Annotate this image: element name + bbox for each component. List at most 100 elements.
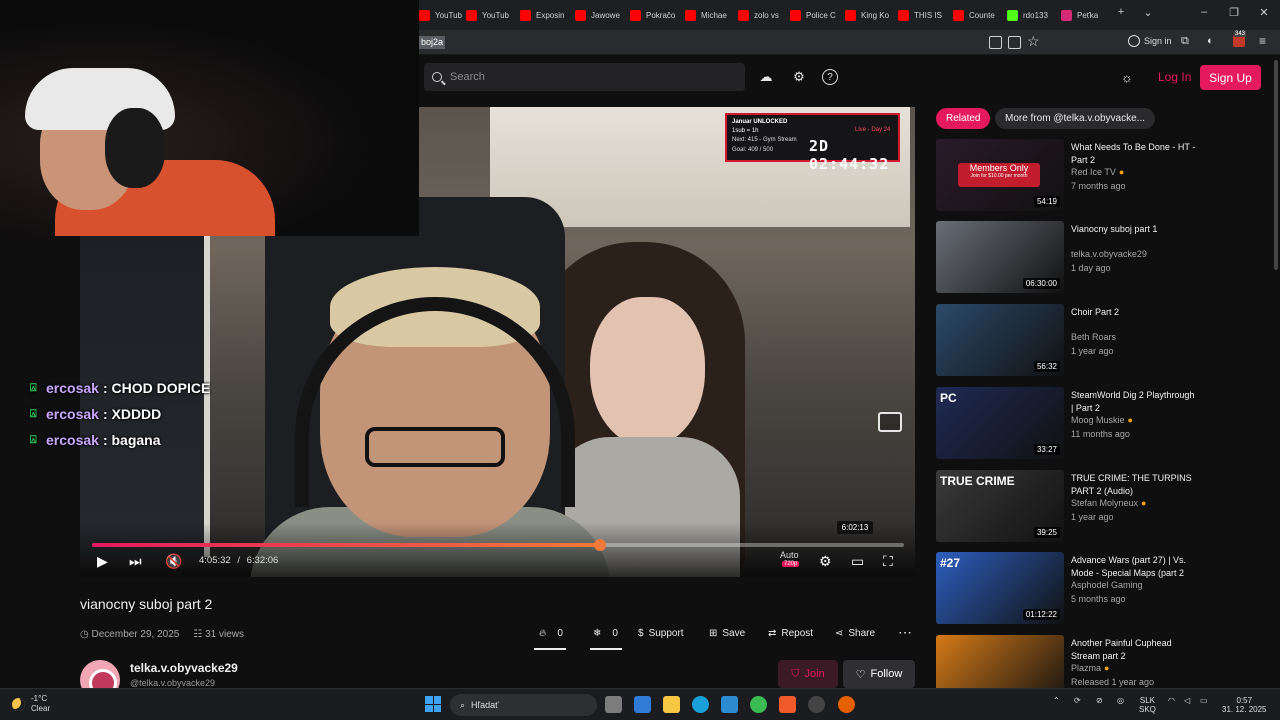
help-icon[interactable]: ? <box>822 69 838 85</box>
chrome-icon[interactable] <box>750 696 767 713</box>
related-title[interactable]: TRUE CRIME: THE TURPINS PART 2 (Audio) <box>1071 472 1196 498</box>
mute-icon[interactable]: 🔇 <box>165 553 182 570</box>
repost-button[interactable]: ⇄ Repost <box>768 628 813 639</box>
browser-tab[interactable]: Michae <box>685 4 735 26</box>
signup-button[interactable]: Sign Up <box>1200 65 1261 90</box>
tray-chevron-icon[interactable]: ⌃ <box>1053 696 1060 705</box>
related-thumbnail[interactable]: 06:30:00 <box>936 221 1064 293</box>
related-video-item[interactable]: Members Only Join for $10.00 per month 54:… <box>936 139 1271 213</box>
page-scrollbar[interactable] <box>1274 60 1278 270</box>
browser-tab[interactable]: Jawowe <box>575 4 625 26</box>
sign-in-button[interactable]: Sign in <box>1128 35 1172 47</box>
brave-icon[interactable] <box>779 696 796 713</box>
search-input[interactable]: Search <box>424 63 745 91</box>
settings-gear-icon[interactable]: ⚙ <box>788 66 810 88</box>
install-app-icon[interactable] <box>989 36 1002 49</box>
volume-icon[interactable]: ◁ <box>1184 696 1190 705</box>
tray-network-icon[interactable]: ⊘ <box>1096 696 1103 705</box>
related-thumbnail[interactable]: 56:32 <box>936 304 1064 376</box>
save-button[interactable]: ⊞ Save <box>709 628 745 639</box>
quality-selector[interactable]: Auto <box>780 550 799 560</box>
browser-tab[interactable]: zolo vs <box>738 4 788 26</box>
upload-icon[interactable]: ☁ <box>755 66 777 88</box>
restore-icon[interactable]: ❐ <box>1225 6 1243 19</box>
weather-widget[interactable]: -1°C Clear <box>12 694 50 714</box>
support-button[interactable]: $ Support <box>638 628 684 639</box>
related-channel[interactable]: Moog Muskie ● <box>1071 415 1133 425</box>
fullscreen-icon[interactable]: ⛶ <box>883 553 893 570</box>
related-video-item[interactable]: PC 33:27 SteamWorld Dig 2 Playthrough | Pa… <box>936 387 1271 461</box>
taskbar-search[interactable]: ⌕ Hľadať <box>450 694 597 716</box>
seek-bar-handle[interactable] <box>594 539 606 551</box>
related-title[interactable]: Another Painful Cuphead Stream part 2 <box>1071 637 1196 663</box>
channel-name[interactable]: telka.v.obyvacke29 <box>130 661 238 675</box>
theater-mode-icon[interactable]: ▭ <box>851 553 864 570</box>
dislike-button[interactable]: ❄ 0 <box>593 628 618 639</box>
photos-icon[interactable] <box>721 696 738 713</box>
tray-mic-icon[interactable]: ◎ <box>1117 696 1124 705</box>
input-language[interactable]: SLK SKQ <box>1139 696 1156 714</box>
browser-tab[interactable]: YouTub <box>466 4 516 26</box>
shield-icon[interactable]: ◐ <box>1207 35 1214 47</box>
related-thumbnail[interactable]: Members Only Join for $10.00 per month 54:… <box>936 139 1064 211</box>
wifi-icon[interactable]: ◠ <box>1168 696 1175 705</box>
share-button[interactable]: ⋖ Share <box>835 628 875 639</box>
browser-tab[interactable]: THIS IS <box>898 4 948 26</box>
join-button[interactable]: ⛉ Join <box>778 660 838 688</box>
tab-list-chevron-icon[interactable]: ⌄ <box>1139 6 1157 19</box>
obs-icon[interactable] <box>808 696 825 713</box>
seek-bar[interactable] <box>92 539 904 551</box>
more-options-icon[interactable]: ⋯ <box>898 624 912 641</box>
related-thumbnail[interactable]: PC 33:27 <box>936 387 1064 459</box>
menu-icon[interactable]: ≡ <box>1259 34 1266 48</box>
store-icon[interactable] <box>634 696 651 713</box>
close-icon[interactable]: ✕ <box>1255 6 1273 19</box>
follow-button[interactable]: ♡ Follow <box>843 660 915 688</box>
related-video-item[interactable]: TRUE CRIME 39:25 TRUE CRIME: THE TURPINS P… <box>936 470 1271 544</box>
browser-tab[interactable]: King Ko <box>845 4 895 26</box>
like-button[interactable]: 🔥︎ 0 <box>539 628 563 639</box>
related-title[interactable]: Vianocny suboj part 1 <box>1071 223 1196 236</box>
related-channel[interactable]: Beth Roars <box>1071 332 1116 342</box>
browser-tab[interactable]: YouTub <box>419 4 469 26</box>
browser-tab[interactable]: rdo133 <box>1007 4 1057 26</box>
related-title[interactable]: Advance Wars (part 27) | Vs. Mode - Spec… <box>1071 554 1196 580</box>
task-view-icon[interactable] <box>605 696 622 713</box>
play-icon[interactable]: ▶ <box>97 553 108 570</box>
tray-sync-icon[interactable]: ⟳ <box>1074 696 1081 705</box>
file-explorer-icon[interactable] <box>663 696 680 713</box>
browser-tab[interactable]: Pokračo <box>630 4 680 26</box>
minimize-icon[interactable]: – <box>1195 6 1213 18</box>
extensions-icon[interactable]: ⧉ <box>1181 35 1189 48</box>
related-video-item[interactable]: 56:32 Choir Part 2 Beth Roars 1 year ago <box>936 304 1271 378</box>
related-thumbnail[interactable]: #27 01:12:22 <box>936 552 1064 624</box>
related-thumbnail[interactable]: TRUE CRIME 39:25 <box>936 470 1064 542</box>
reader-mode-icon[interactable] <box>1008 36 1021 49</box>
clock[interactable]: 0:57 31. 12. 2025 <box>1222 696 1266 714</box>
tab-more-from-channel[interactable]: More from @telka.v.obyvacke... <box>995 108 1156 129</box>
theme-toggle-icon[interactable]: ☼ <box>1116 66 1138 88</box>
related-video-item[interactable]: 06:30:00 Vianocny suboj part 1 telka.v.oby… <box>936 221 1271 295</box>
related-video-item[interactable]: #27 01:12:22 Advance Wars (part 27) | Vs. … <box>936 552 1271 626</box>
related-title[interactable]: Choir Part 2 <box>1071 306 1196 319</box>
picture-in-picture-icon[interactable] <box>878 412 902 432</box>
browser-tab[interactable]: Exposin <box>520 4 570 26</box>
battery-icon[interactable]: ▭ <box>1200 696 1208 705</box>
related-title[interactable]: What Needs To Be Done - HT - Part 2 <box>1071 141 1196 167</box>
related-channel[interactable]: Plazma ● <box>1071 663 1109 673</box>
new-tab-button[interactable]: + <box>1112 6 1130 18</box>
related-channel[interactable]: telka.v.obyvacke29 <box>1071 249 1147 259</box>
related-title[interactable]: SteamWorld Dig 2 Playthrough | Part 2 <box>1071 389 1196 415</box>
related-channel[interactable]: Stefan Molyneux ● <box>1071 498 1146 508</box>
browser-tab[interactable]: Counte <box>953 4 1003 26</box>
tab-related[interactable]: Related <box>936 108 991 129</box>
firefox-icon[interactable] <box>838 696 855 713</box>
related-channel[interactable]: Red Ice TV ● <box>1071 167 1124 177</box>
bookmark-star-icon[interactable]: ☆ <box>1027 33 1040 50</box>
windows-start-icon[interactable] <box>425 696 441 712</box>
related-channel[interactable]: Asphodel Gaming <box>1071 580 1143 590</box>
next-icon[interactable]: ⏭ <box>129 553 142 570</box>
settings-gear-icon[interactable]: ⚙ <box>819 553 832 570</box>
edge-icon[interactable] <box>692 696 709 713</box>
browser-tab[interactable]: Police C <box>790 4 840 26</box>
